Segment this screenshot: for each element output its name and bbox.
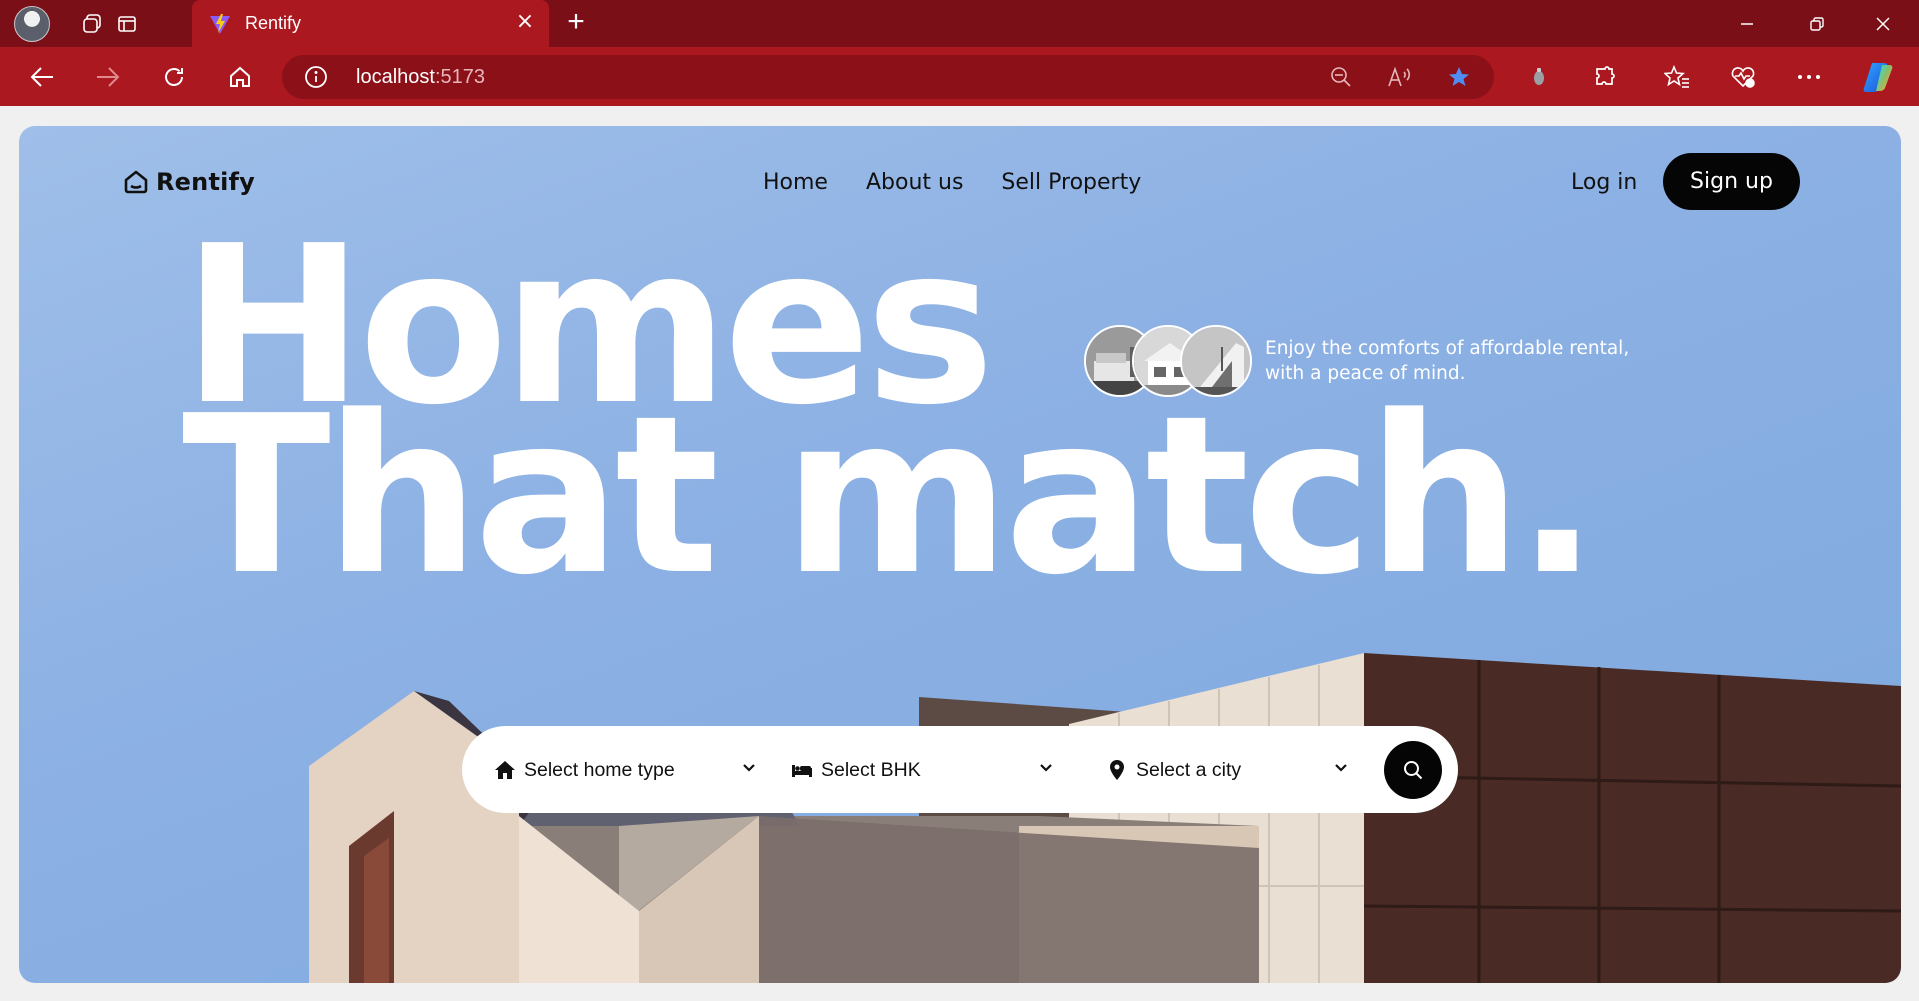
close-tab-icon[interactable]: × (513, 11, 537, 35)
browser-essentials-icon[interactable] (1726, 60, 1760, 94)
back-icon[interactable] (25, 60, 59, 94)
url-port: :5173 (434, 66, 485, 88)
tagline-line-2: with a peace of mind. (1265, 363, 1466, 384)
favorite-star-icon[interactable] (1446, 64, 1472, 90)
search-icon (1404, 761, 1423, 780)
vite-favicon-icon (210, 14, 230, 34)
extension-dot-icon[interactable] (1522, 60, 1556, 94)
browser-toolbar: localhost:5173 (0, 47, 1919, 106)
browser-tab-bar: Rentify × + (0, 0, 1919, 47)
property-search-bar: Select home type Select BHK Select a cit… (462, 726, 1458, 813)
home-type-select[interactable]: Select home type (494, 755, 675, 785)
headline-line-2: That match. (182, 370, 1599, 623)
hero-tagline: Enjoy the comforts of affordable rental,… (1265, 336, 1629, 386)
chevron-down-icon[interactable] (1332, 759, 1350, 777)
address-bar[interactable]: localhost:5173 (282, 55, 1494, 99)
more-options-icon[interactable] (1792, 60, 1826, 94)
profile-avatar[interactable] (14, 6, 50, 42)
site-info-icon[interactable] (304, 65, 328, 89)
page-viewport: Rentify Home About us Sell Property Log … (0, 106, 1919, 1001)
forward-icon[interactable] (91, 60, 125, 94)
url-host: localhost (356, 66, 435, 88)
nav-link-sell-property[interactable]: Sell Property (1001, 170, 1141, 195)
tab-actions-icon[interactable] (111, 8, 143, 40)
login-link[interactable]: Log in (1571, 170, 1637, 195)
search-button[interactable] (1384, 741, 1442, 799)
tagline-line-1: Enjoy the comforts of affordable rental, (1265, 338, 1630, 359)
workspaces-icon[interactable] (76, 8, 108, 40)
zoom-out-icon[interactable] (1328, 64, 1354, 90)
bed-icon (792, 765, 812, 777)
chevron-down-icon[interactable] (740, 759, 758, 777)
hero-section: Rentify Home About us Sell Property Log … (19, 126, 1901, 983)
nav-link-home[interactable]: Home (763, 170, 828, 195)
house-logo-icon (124, 170, 148, 194)
copilot-icon[interactable] (1862, 60, 1896, 94)
restore-icon[interactable] (1797, 9, 1837, 39)
url-text[interactable]: localhost:5173 (356, 66, 485, 89)
tab-rentify[interactable]: Rentify × (192, 0, 549, 47)
home-icon[interactable] (223, 60, 257, 94)
extensions-puzzle-icon[interactable] (1588, 60, 1622, 94)
nav-link-about-us[interactable]: About us (866, 170, 963, 195)
house-icon (495, 761, 515, 779)
city-select[interactable]: Select a city (1106, 755, 1241, 785)
bhk-label: Select BHK (821, 758, 921, 781)
close-window-icon[interactable] (1863, 9, 1903, 39)
refresh-icon[interactable] (157, 60, 191, 94)
chevron-down-icon[interactable] (1037, 759, 1055, 777)
thumbnail-building (1180, 325, 1252, 397)
new-tab-button[interactable]: + (560, 7, 592, 39)
logo-text: Rentify (156, 168, 256, 196)
main-menu: Home About us Sell Property (763, 170, 1141, 195)
tab-title: Rentify (245, 13, 302, 33)
location-pin-icon (1110, 760, 1124, 780)
signup-button[interactable]: Sign up (1663, 153, 1800, 210)
home-type-label: Select home type (524, 758, 675, 781)
favorites-icon[interactable] (1660, 60, 1694, 94)
site-logo[interactable]: Rentify (122, 168, 255, 196)
city-label: Select a city (1136, 758, 1242, 781)
bhk-select[interactable]: Select BHK (791, 755, 921, 785)
minimize-icon[interactable] (1727, 9, 1767, 39)
read-aloud-icon[interactable] (1386, 64, 1412, 90)
property-thumbnails (1084, 325, 1254, 399)
